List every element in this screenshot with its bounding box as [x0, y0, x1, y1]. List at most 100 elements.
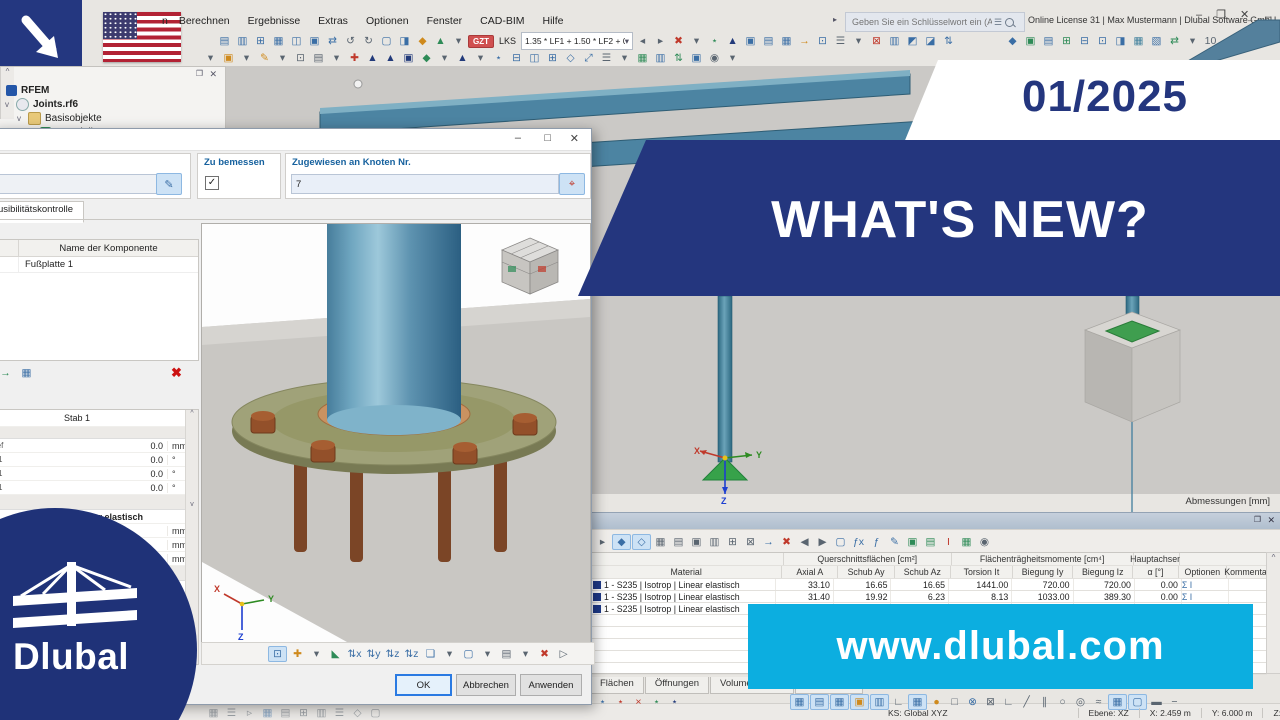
toolbar-icon[interactable]: ⇄	[324, 33, 341, 49]
options-icons[interactable]: Σ I	[1182, 579, 1229, 590]
toolbar-icon[interactable]: ▦	[634, 50, 651, 66]
preview-tool-icon[interactable]: ⇅x	[346, 646, 363, 662]
tree-item-rfem[interactable]: RFEM	[6, 83, 49, 97]
toolbar-icon[interactable]: ☰	[331, 705, 348, 720]
toolbar-icon[interactable]: ◫	[526, 50, 543, 66]
toolbar-icon[interactable]: ◉	[706, 50, 723, 66]
toolbar-icon[interactable]: ×	[630, 694, 647, 710]
toolbar-icon[interactable]: ⋆	[594, 694, 611, 710]
load-combination-select[interactable]: 1.35 * LF1 + 1.50 * LF2 + 0... ▾	[521, 32, 634, 50]
toolbar-icon[interactable]: ▣	[220, 50, 237, 66]
preview-tool-icon[interactable]: ✖	[536, 646, 553, 662]
toolbar-icon[interactable]: ◆	[1004, 33, 1021, 49]
name-input[interactable]	[0, 174, 160, 194]
search-input[interactable]	[850, 16, 994, 28]
component-tool-icon[interactable]: →	[0, 365, 14, 381]
toolbar-icon[interactable]: →	[796, 33, 813, 49]
toolbar-icon[interactable]: ↺	[342, 33, 359, 49]
table-row[interactable]: 1 - S235 | Isotrop | Linear elastisch 33…	[591, 603, 1267, 615]
preview-tool-icon[interactable]: ▤	[498, 646, 515, 662]
dock-icon[interactable]: ❐	[196, 69, 203, 78]
menu-item-extras[interactable]: Extras	[318, 15, 348, 27]
toolbar-icon[interactable]: ⋆	[612, 694, 629, 710]
toolbar-icon[interactable]: ▦	[958, 534, 975, 550]
gzt-badge[interactable]: GZT	[468, 34, 494, 48]
toolbar-icon[interactable]: ↻	[360, 33, 377, 49]
toolbar-icon[interactable]: ▾	[724, 50, 741, 66]
properties-scrollbar[interactable]: ^ v	[185, 410, 198, 664]
param-row[interactable]: y10.0°	[0, 467, 198, 481]
toolbar-icon[interactable]: ◇	[632, 533, 651, 550]
menu-item-cadbim[interactable]: CAD-BIM	[480, 15, 524, 27]
edit-pencil-icon[interactable]: ✎	[156, 173, 182, 195]
toolbar-icon[interactable]: ▤	[922, 534, 939, 550]
menu-item-optionen[interactable]: Optionen	[366, 15, 409, 27]
toolbar-icon[interactable]: ▾	[688, 33, 705, 49]
toolbar-icon[interactable]: ⊞	[724, 534, 741, 550]
preview-tool-icon[interactable]: ▾	[441, 646, 458, 662]
toolbar-icon[interactable]: ▣	[688, 534, 705, 550]
toolbar-icon[interactable]: ▾	[436, 50, 453, 66]
toolbar-icon[interactable]: ▤	[216, 33, 233, 49]
joint-3d-preview[interactable]: X Y Z	[201, 223, 591, 643]
tab-flaechen[interactable]: Flächen	[590, 677, 644, 694]
toolbar-icon[interactable]: ▦	[1130, 33, 1147, 49]
material-row[interactable]: Linear elastisch	[0, 510, 198, 524]
toolbar-icon[interactable]: ▲	[454, 50, 471, 66]
toolbar-icon[interactable]: ▾	[238, 50, 255, 66]
menu-item-fragment[interactable]: n	[162, 15, 168, 27]
toolbar-icon[interactable]: ▲	[724, 33, 741, 49]
dialog-close-icon[interactable]: ✕	[570, 132, 579, 145]
toolbar-icon[interactable]: ◆	[414, 33, 431, 49]
toolbar-icon[interactable]: ▸	[652, 33, 669, 49]
dialog-maximize-icon[interactable]: □	[544, 132, 551, 144]
toolbar-icon[interactable]: ▾	[850, 33, 867, 49]
toolbar-icon[interactable]: ⤢	[580, 50, 597, 66]
toolbar-icon[interactable]: ▾	[274, 50, 291, 66]
component-tool-icon[interactable]: ▦	[18, 365, 35, 381]
toolbar-icon[interactable]: ✚	[346, 50, 363, 66]
toolbar-icon[interactable]: ▦	[270, 33, 287, 49]
toolbar-icon[interactable]: ◉	[976, 534, 993, 550]
toolbar-icon[interactable]: ⋆	[648, 694, 665, 710]
toolbar-icon[interactable]: ▤	[670, 534, 687, 550]
toolbar-icon[interactable]: ⊞	[295, 705, 312, 720]
navigation-cube[interactable]	[500, 237, 560, 295]
toolbar-icon[interactable]: ◂	[634, 33, 651, 49]
ok-button[interactable]: OK	[395, 674, 452, 696]
properties-list[interactable]: Stab 1 ref0.0mm x10.0° y10.0° z10.0° Lin…	[0, 409, 199, 665]
toolbar-icon[interactable]: ▦	[790, 694, 809, 710]
toolbar-icon[interactable]: ▾	[616, 50, 633, 66]
toolbar-icon[interactable]: ƒx	[850, 534, 867, 550]
tree-item-basisobjekte[interactable]: v Basisobjekte	[14, 111, 102, 125]
toolbar-icon[interactable]: ☰	[832, 33, 849, 49]
toolbar-icon[interactable]: ✖	[670, 33, 687, 49]
toolbar-icon[interactable]: ▧	[1148, 33, 1165, 49]
toolbar-icon[interactable]: ◆	[418, 50, 435, 66]
select-nodes-icon[interactable]: ⌖	[559, 173, 585, 195]
toolbar-icon[interactable]: ⋆	[706, 33, 723, 49]
toolbar-icon[interactable]: ▢	[367, 705, 384, 720]
toolbar-icon[interactable]: ◇	[562, 50, 579, 66]
toolbar-icon[interactable]: ▲	[364, 50, 381, 66]
preview-tool-icon[interactable]: ▾	[308, 646, 325, 662]
tab-liniensaetze[interactable]: Liniensätze	[794, 677, 863, 694]
doc-window-controls[interactable]: – ❐ ✕	[1248, 16, 1280, 34]
toolbar-icon[interactable]: ⋆	[490, 50, 507, 66]
menu-item-ergebnisse[interactable]: Ergebnisse	[248, 15, 301, 27]
table-row[interactable]: 1 - S235 | Isotrop | Linear elastisch 33…	[591, 579, 1267, 591]
toolbar-icon[interactable]: ◪	[922, 33, 939, 49]
close-panel-icon[interactable]: ✕	[209, 69, 217, 80]
toolbar-icon[interactable]: ☰	[223, 705, 240, 720]
toolbar-icon[interactable]: ⊠	[742, 534, 759, 550]
toolbar-icon[interactable]: ▣	[904, 534, 921, 550]
toolbar-icon[interactable]: ▤	[760, 33, 777, 49]
expand-icon[interactable]: v	[2, 99, 12, 109]
toolbar-icon[interactable]: →	[760, 534, 777, 550]
toolbar-icon[interactable]: ⊞	[544, 50, 561, 66]
toolbar-icon[interactable]: ▾	[450, 33, 467, 49]
preview-tool-icon[interactable]: ▷	[555, 646, 572, 662]
toolbar-icon[interactable]: ▤	[1040, 33, 1057, 49]
preview-tool-icon[interactable]: ⊡	[268, 645, 287, 662]
toolbar-icon[interactable]: ✎	[256, 50, 273, 66]
